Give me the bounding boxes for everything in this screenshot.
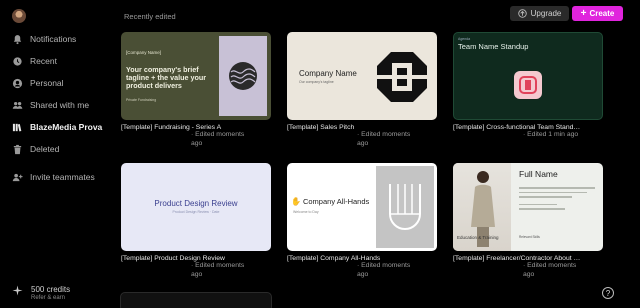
thumb-agenda: Agenda bbox=[458, 37, 471, 41]
users-icon bbox=[12, 101, 23, 109]
invite-teammates-button[interactable]: Invite teammates bbox=[12, 170, 95, 184]
card-title[interactable]: [Template] Company All-Hands bbox=[287, 255, 437, 262]
sidebar-item-label: Shared with me bbox=[30, 100, 90, 110]
thumb-title: Product Design Review bbox=[154, 199, 238, 208]
sidebar-item-label: BlazeMedia Prova bbox=[30, 122, 103, 132]
clock-icon bbox=[13, 56, 22, 66]
section-title: Recently edited bbox=[124, 12, 176, 21]
card-meta: · Edited moments bbox=[357, 131, 411, 138]
sidebar-item-recent[interactable]: Recent bbox=[12, 54, 57, 68]
thumb-subtitle: Welcome to Day bbox=[293, 210, 319, 214]
card-fundraising[interactable]: [Company Name] Your company's brief tagl… bbox=[121, 32, 271, 148]
card-thumbnail[interactable]: Company Name Our company's tagline bbox=[287, 32, 437, 120]
octagon-logo-icon bbox=[377, 52, 427, 102]
thumb-logo bbox=[514, 71, 542, 99]
arch-logo-icon bbox=[389, 184, 421, 230]
create-button[interactable]: + Create bbox=[572, 6, 623, 21]
upgrade-label: Upgrade bbox=[530, 9, 562, 18]
user-plus-icon bbox=[12, 173, 23, 181]
card-thumbnail-partial[interactable] bbox=[120, 292, 272, 308]
sidebar-item-shared[interactable]: Shared with me bbox=[12, 98, 89, 112]
thumb-title: Team Name Standup bbox=[458, 42, 529, 51]
sidebar-item-label: Notifications bbox=[30, 34, 77, 44]
card-meta: · Edited moments bbox=[191, 131, 245, 138]
card-meta: · Edited moments bbox=[357, 262, 411, 269]
card-thumbnail[interactable]: Full Name Education & Training Relevant … bbox=[453, 163, 603, 251]
card-meta-cont: ago bbox=[357, 270, 369, 278]
card-title[interactable]: [Template] Sales Pitch bbox=[287, 124, 437, 131]
card-thumbnail[interactable]: Product Design Review Product Design Rev… bbox=[121, 163, 271, 251]
card-meta: · Edited 1 min ago bbox=[523, 131, 579, 138]
card-title[interactable]: [Template] Freelancer/Contractor About … bbox=[453, 255, 603, 262]
sparkle-icon bbox=[12, 285, 23, 296]
thumb-title-text: Company All-Hands bbox=[302, 197, 370, 206]
wave-logo-icon bbox=[229, 62, 257, 90]
help-button[interactable]: ? bbox=[602, 287, 614, 299]
thumb-title: Full Name bbox=[519, 169, 558, 179]
credits-label: 500 credits bbox=[31, 285, 71, 294]
sidebar-item-label: Invite teammates bbox=[30, 172, 95, 182]
card-title[interactable]: [Template] Product Design Review bbox=[121, 255, 271, 262]
upgrade-button[interactable]: Upgrade bbox=[510, 6, 569, 21]
thumb-subtitle: Product Design Review · Date bbox=[172, 210, 220, 214]
thumb-company-name: Company Name bbox=[299, 69, 357, 78]
card-thumbnail[interactable]: Agenda Team Name Standup bbox=[453, 32, 603, 120]
card-meta-cont: ago bbox=[523, 270, 535, 278]
card-meta-cont: ago bbox=[191, 139, 203, 147]
card-title[interactable]: [Template] Cross-functional Team Stand… bbox=[453, 124, 603, 131]
trash-icon bbox=[13, 144, 22, 154]
thumb-subtitle: Private Fundraising bbox=[126, 98, 157, 102]
bell-icon bbox=[13, 34, 22, 44]
card-team-standup[interactable]: Agenda Team Name Standup [Template] Cros… bbox=[453, 32, 603, 140]
card-company-all-hands[interactable]: ✋ Company All-Hands Welcome to Day [Temp… bbox=[287, 163, 437, 279]
thumb-title: ✋ Company All-Hands bbox=[291, 197, 369, 206]
sidebar-item-label: Recent bbox=[30, 56, 57, 66]
sidebar-item-personal[interactable]: Personal bbox=[12, 76, 64, 90]
sidebar-item-label: Personal bbox=[30, 78, 64, 88]
card-meta: · Edited moments bbox=[523, 262, 577, 269]
thumb-side-panel bbox=[219, 36, 267, 116]
thumb-education: Education & Training bbox=[457, 235, 499, 240]
sidebar-item-label: Deleted bbox=[30, 144, 60, 154]
sidebar-item-notifications[interactable]: Notifications bbox=[12, 32, 76, 46]
thumb-skills: Relevant Skills bbox=[519, 235, 540, 239]
thumb-text-lines bbox=[519, 187, 595, 213]
credits[interactable]: 500 credits Refer & earn bbox=[12, 285, 70, 301]
create-label: Create bbox=[589, 9, 615, 18]
hands-emoji-icon: ✋ bbox=[291, 197, 301, 206]
pink-logo-icon bbox=[519, 76, 537, 94]
thumb-company-name: [Company Name] bbox=[126, 50, 162, 55]
card-meta: · Edited moments bbox=[191, 262, 245, 269]
card-product-design-review[interactable]: Product Design Review Product Design Rev… bbox=[121, 163, 271, 279]
sidebar-item-blazemedia-prova[interactable]: BlazeMedia Prova bbox=[12, 120, 102, 134]
refer-earn-link[interactable]: Refer & earn bbox=[31, 295, 70, 301]
plus-icon: + bbox=[580, 7, 587, 19]
card-meta-cont: ago bbox=[357, 139, 369, 147]
upgrade-icon bbox=[517, 9, 527, 18]
thumb-tagline: Our company's tagline bbox=[299, 80, 334, 84]
card-meta-cont: ago bbox=[191, 270, 203, 278]
thumb-side-panel bbox=[376, 166, 434, 248]
sidebar: Notifications Recent Personal Shared wit… bbox=[0, 0, 106, 308]
avatar[interactable] bbox=[12, 9, 26, 23]
card-sales-pitch[interactable]: Company Name Our company's tagline [Temp… bbox=[287, 32, 437, 148]
sidebar-item-deleted[interactable]: Deleted bbox=[12, 142, 59, 156]
library-icon bbox=[12, 123, 22, 131]
card-freelancer-about[interactable]: Full Name Education & Training Relevant … bbox=[453, 163, 603, 279]
main-content: Recently edited Upgrade + Create [Compan… bbox=[106, 0, 640, 308]
card-thumbnail[interactable]: ✋ Company All-Hands Welcome to Day bbox=[287, 163, 437, 251]
card-title[interactable]: [Template] Fundraising - Series A bbox=[121, 124, 271, 131]
user-icon bbox=[12, 78, 23, 88]
thumb-tagline: Your company's brief tagline + the value… bbox=[126, 65, 207, 90]
card-thumbnail[interactable]: [Company Name] Your company's brief tagl… bbox=[121, 32, 271, 120]
